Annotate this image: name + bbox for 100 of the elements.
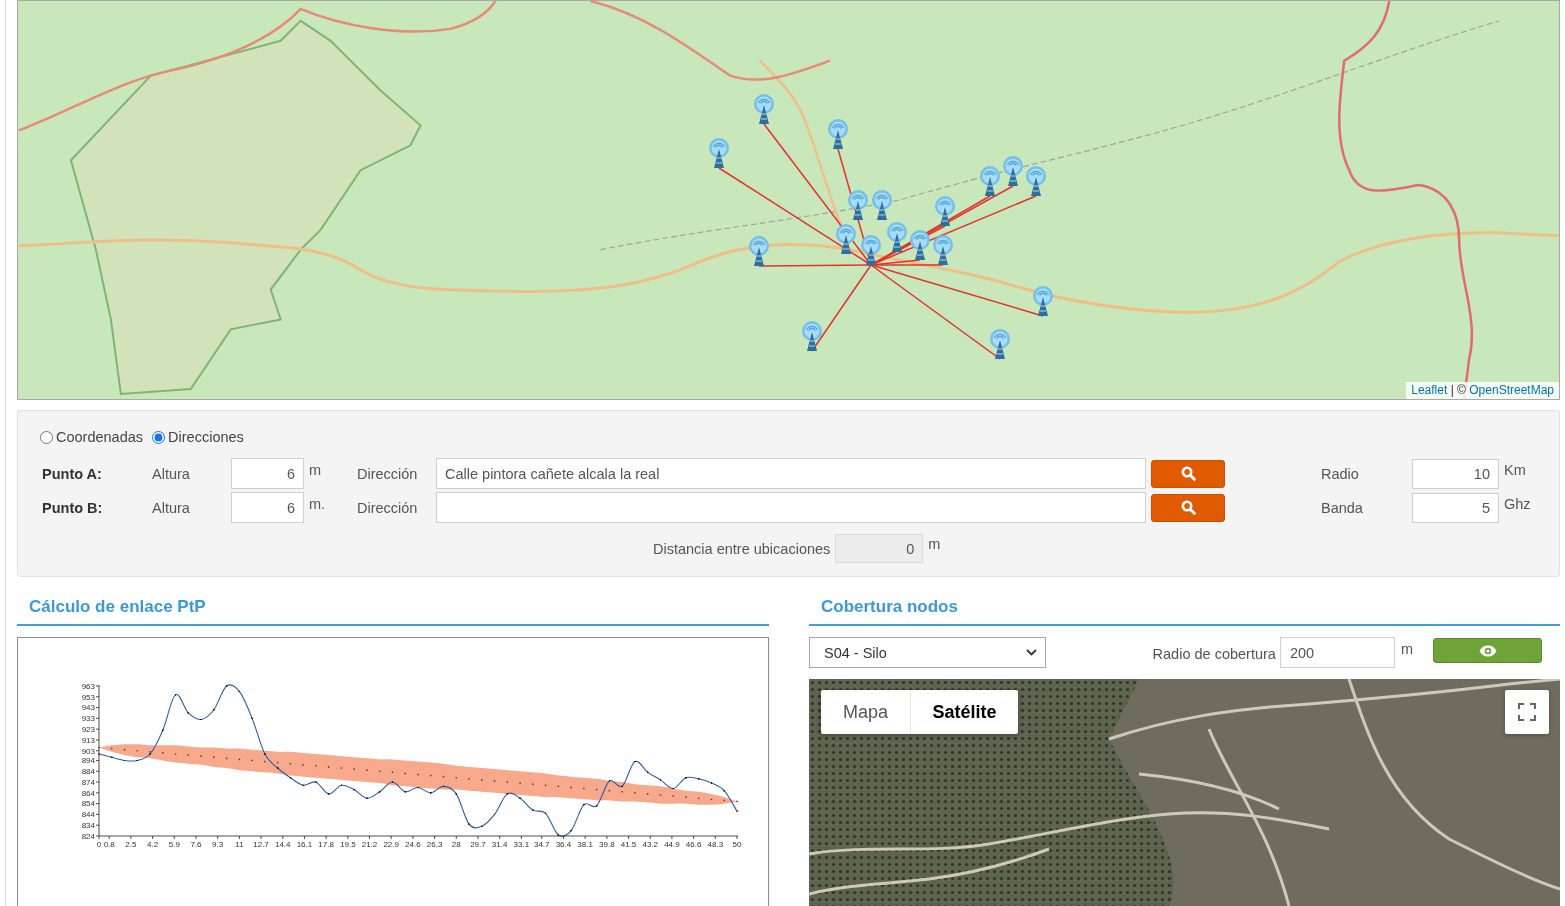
x-tick-label: 0 [96, 840, 102, 849]
x-tick-label: 4.2 [147, 840, 159, 849]
tower-marker-icon[interactable] [753, 94, 775, 124]
field-label: Radio [1321, 465, 1360, 482]
x-tick-label: 33.1 [513, 840, 530, 849]
field-label: Distancia entre ubicaciones [653, 540, 831, 557]
unit-label: m. [308, 495, 327, 512]
y-tick-label: 834 [81, 821, 95, 830]
tower-marker-icon[interactable] [748, 236, 770, 266]
tower-marker-icon[interactable] [1002, 156, 1024, 186]
tower-marker-icon[interactable] [708, 138, 730, 168]
x-tick-label: 9.3 [212, 840, 224, 849]
x-tick-label: 46.6 [685, 840, 702, 849]
x-tick-label: 14.4 [274, 840, 291, 849]
map-type-button[interactable]: Satélite [910, 690, 1018, 734]
y-tick-label: 884 [81, 767, 95, 777]
field-label: Banda [1321, 499, 1364, 516]
x-tick-label: 26.3 [426, 840, 443, 849]
tower-marker-icon[interactable] [871, 190, 893, 220]
address-input[interactable] [436, 492, 1146, 523]
x-tick-label: 5.9 [168, 840, 180, 849]
tower-marker-icon[interactable] [1032, 286, 1054, 316]
x-tick-label: 11 [235, 840, 244, 849]
section-title: Cobertura nodos [821, 597, 958, 618]
y-tick-label: 903 [81, 746, 95, 756]
tower-marker-icon[interactable] [835, 224, 857, 254]
y-tick-label: 874 [81, 777, 95, 787]
field-label: Altura [152, 499, 191, 516]
height-input[interactable]: 6 [231, 458, 304, 489]
tower-marker-icon[interactable] [886, 222, 908, 252]
y-tick-label: 953 [81, 692, 95, 702]
x-tick-label: 2.5 [125, 840, 137, 849]
height-input[interactable]: 6 [231, 492, 304, 523]
setting-input[interactable]: 5 [1412, 492, 1499, 523]
fullscreen-button[interactable] [1505, 690, 1549, 734]
radio-button[interactable] [40, 430, 53, 444]
coverage-radius-input[interactable]: 200 [1279, 637, 1395, 668]
chevron-down-icon [1026, 649, 1037, 656]
field-label: Dirección [357, 465, 419, 482]
field-label: Radio de cobertura [1152, 645, 1276, 662]
tower-marker-icon[interactable] [847, 190, 869, 220]
field-label: Altura [152, 465, 191, 482]
unit-label: Ghz [1503, 495, 1532, 512]
x-tick-label: 19.5 [340, 840, 356, 849]
eye-icon [1478, 644, 1497, 657]
y-tick-label: 933 [81, 714, 95, 724]
distance-input[interactable]: 0 [835, 534, 924, 563]
view-button[interactable] [1433, 638, 1542, 663]
x-tick-label: 24.6 [405, 840, 421, 849]
unit-label: m [1400, 641, 1413, 657]
tower-marker-icon[interactable] [979, 166, 1001, 196]
x-tick-label: 39.8 [599, 840, 615, 849]
x-tick-label: 38.1 [577, 840, 593, 849]
point-label: Punto B: [42, 499, 104, 516]
y-tick-label: 923 [81, 724, 95, 734]
search-button[interactable] [1151, 459, 1225, 488]
y-tick-label: 894 [81, 756, 95, 766]
y-tick-label: 943 [81, 703, 95, 713]
x-tick-label: 28 [451, 840, 461, 849]
fullscreen-icon [1518, 703, 1536, 721]
tower-marker-icon[interactable] [934, 196, 956, 226]
address-input[interactable]: Calle pintora cañete alcala la real [436, 458, 1146, 489]
unit-label: Km [1503, 461, 1527, 478]
map-attribution: Leaflet | © OpenStreetMap [1406, 382, 1559, 399]
unit-label: m [308, 461, 323, 478]
y-tick-label: 844 [81, 810, 95, 820]
search-button[interactable] [1151, 493, 1225, 522]
tower-marker-icon[interactable] [989, 329, 1011, 359]
radio-label[interactable]: Direcciones [168, 429, 244, 445]
node-select[interactable]: S04 - Silo [809, 637, 1046, 668]
field-label: Dirección [357, 499, 419, 516]
x-tick-label: 36.4 [555, 840, 572, 849]
tower-marker-icon[interactable] [860, 235, 882, 265]
tower-marker-icon[interactable] [932, 235, 954, 265]
y-tick-label: 854 [81, 799, 95, 809]
x-tick-label: 43.2 [642, 840, 658, 849]
x-tick-label: 50 [732, 840, 742, 849]
radio-label[interactable]: Coordenadas [56, 429, 144, 445]
y-tick-label: 963 [81, 681, 95, 691]
y-tick-label: 824 [81, 831, 95, 841]
x-tick-label: 41.5 [620, 840, 637, 849]
x-tick-label: 17.8 [318, 840, 334, 849]
x-tick-label: 29.7 [470, 840, 486, 849]
attribution-link[interactable]: Leaflet [1411, 383, 1448, 397]
tower-marker-icon[interactable] [827, 119, 849, 149]
attribution-link[interactable]: OpenStreetMap [1469, 383, 1554, 397]
x-tick-label: 31.4 [491, 840, 508, 849]
x-tick-label: 34.7 [534, 840, 550, 849]
x-tick-label: 0.8 [103, 840, 115, 849]
tower-marker-icon[interactable] [801, 321, 823, 351]
map-type-button[interactable]: Mapa [821, 690, 910, 734]
radio-button[interactable] [152, 430, 166, 444]
search-icon [1180, 500, 1196, 515]
y-tick-label: 913 [81, 735, 95, 745]
tower-marker-icon[interactable] [909, 230, 931, 260]
x-tick-label: 21.2 [361, 840, 378, 849]
tower-marker-icon[interactable] [1025, 166, 1047, 196]
setting-input[interactable]: 10 [1412, 458, 1499, 489]
section-title: Cálculo de enlace PtP [29, 597, 206, 618]
search-icon [1180, 466, 1196, 481]
